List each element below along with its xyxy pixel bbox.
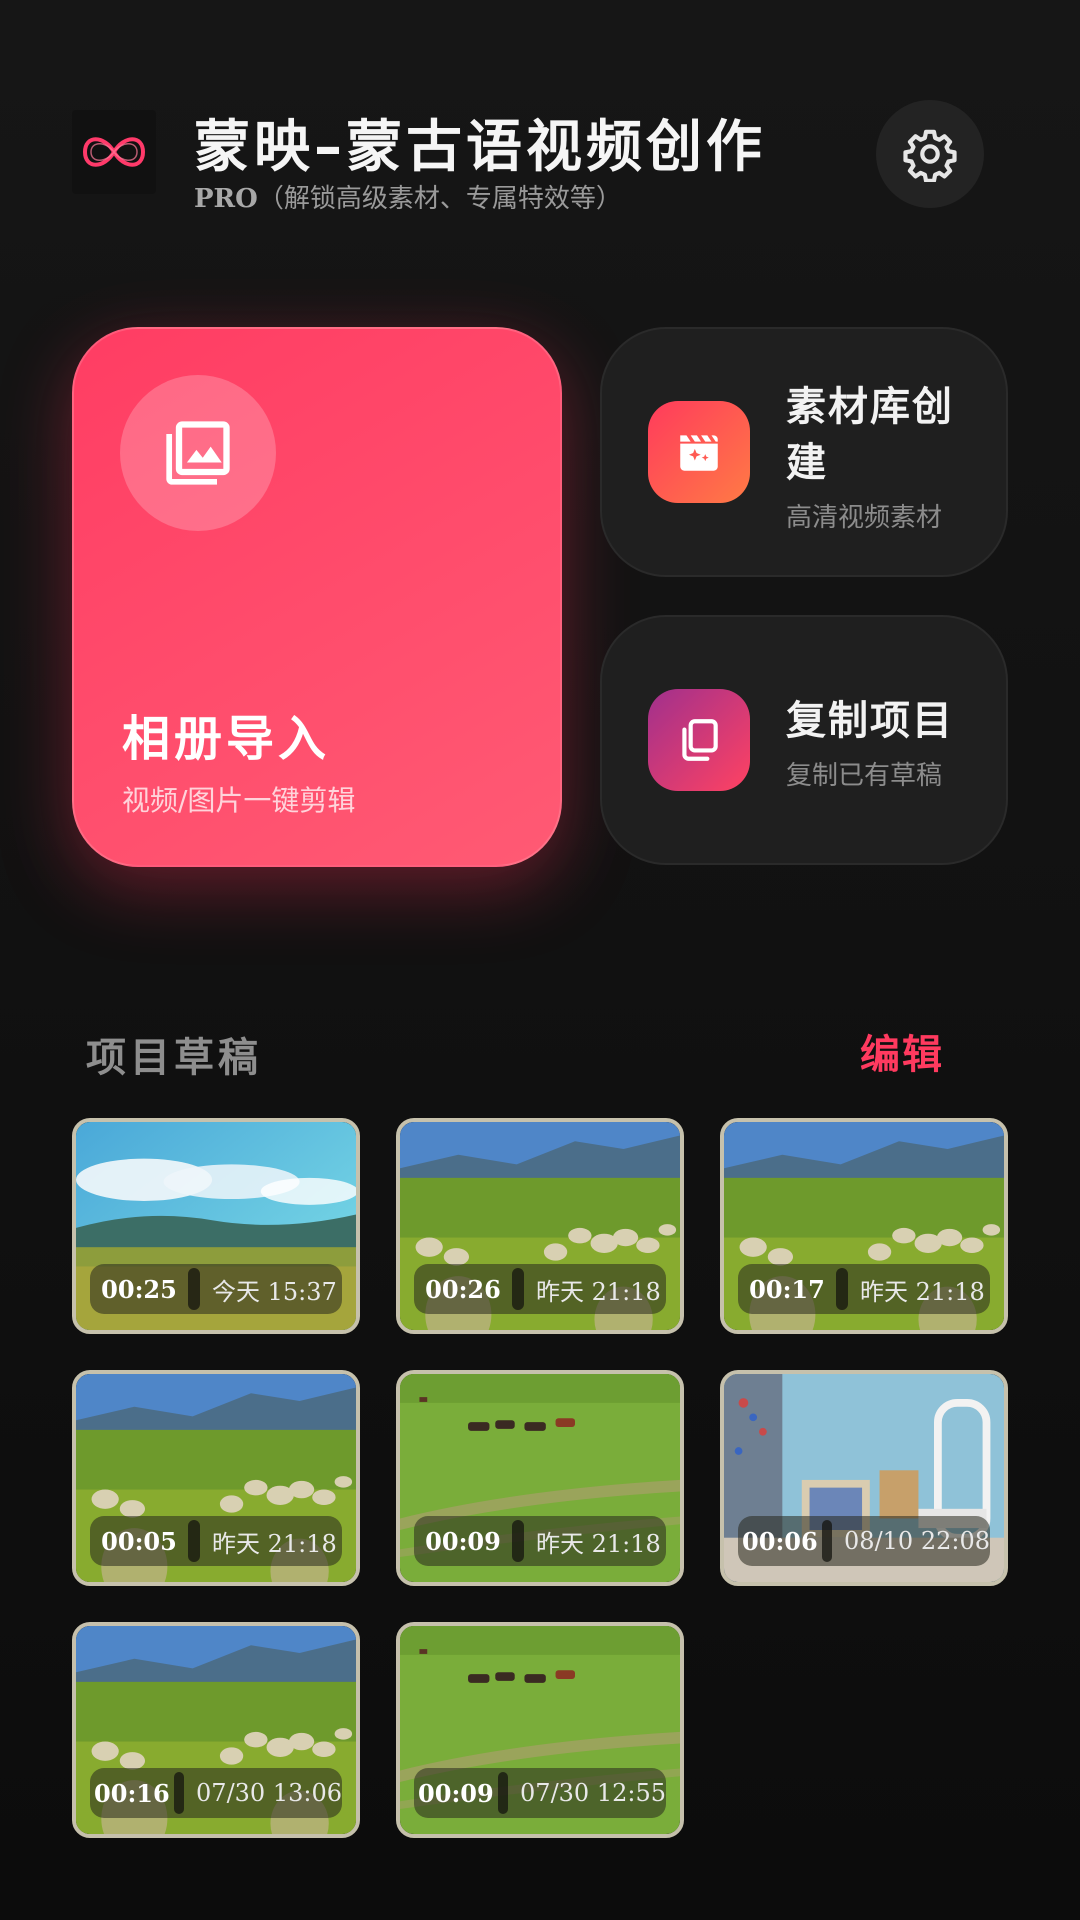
clapperboard-sparkle-icon bbox=[680, 435, 718, 471]
photo-library-icon bbox=[166, 421, 230, 485]
draft-divider bbox=[512, 1520, 524, 1562]
draft-thumbnail[interactable]: 00:05 昨天 21:18 bbox=[72, 1370, 360, 1586]
draft-date: 昨天 21:18 bbox=[536, 1277, 661, 1306]
draft-thumbnail[interactable]: 00:25 今天 15:37 bbox=[72, 1118, 360, 1334]
draft-duration: 00:06 bbox=[742, 1526, 818, 1556]
pro-description: （解锁高级素材、专属特效等） bbox=[257, 184, 622, 214]
app-title: 蒙映–蒙古语视频创作 bbox=[194, 115, 766, 180]
draft-thumbnail[interactable]: 00:17 昨天 21:18 bbox=[720, 1118, 1008, 1334]
draft-info-bar: 00:06 08/10 22:08 bbox=[738, 1516, 990, 1566]
copy-icon bbox=[682, 719, 718, 761]
copy-project-card[interactable]: 复制项目 复制已有草稿 bbox=[600, 615, 1008, 865]
draft-info-bar: 00:05 昨天 21:18 bbox=[90, 1516, 342, 1566]
import-title: 相册导入 bbox=[122, 711, 331, 767]
copy-card-title: 复制项目 bbox=[786, 698, 954, 744]
app-subtitle[interactable]: PRO（解锁高级素材、专属特效等） bbox=[194, 178, 622, 215]
draft-divider bbox=[512, 1268, 524, 1310]
draft-duration: 00:26 bbox=[425, 1274, 501, 1304]
edit-drafts-button[interactable]: 编辑 bbox=[860, 1022, 944, 1080]
draft-divider bbox=[836, 1268, 848, 1310]
draft-duration: 00:16 bbox=[94, 1778, 170, 1808]
home-screen: 蒙映–蒙古语视频创作 PRO（解锁高级素材、专属特效等） 相册导入 视频/图片一… bbox=[0, 0, 1080, 1920]
draft-date: 昨天 21:18 bbox=[212, 1529, 337, 1558]
draft-duration: 00:25 bbox=[101, 1274, 177, 1304]
draft-date: 昨天 21:18 bbox=[860, 1277, 985, 1306]
pro-label: PRO bbox=[194, 184, 258, 214]
draft-divider bbox=[821, 1520, 833, 1562]
draft-duration: 00:17 bbox=[749, 1274, 825, 1304]
material-library-card[interactable]: 素材库创建 高清视频素材 bbox=[600, 327, 1008, 577]
draft-duration: 00:09 bbox=[418, 1778, 494, 1808]
material-card-title: 素材库创建 bbox=[786, 384, 954, 486]
settings-button[interactable] bbox=[876, 100, 984, 208]
draft-duration: 00:09 bbox=[425, 1526, 501, 1556]
copy-icon-box bbox=[648, 689, 750, 791]
copy-card-subtitle: 复制已有草稿 bbox=[786, 761, 943, 791]
material-icon-box bbox=[648, 401, 750, 503]
draft-thumbnail[interactable]: 00:26 昨天 21:18 bbox=[396, 1118, 684, 1334]
draft-thumbnail[interactable]: 00:06 08/10 22:08 bbox=[720, 1370, 1008, 1586]
draft-duration: 00:05 bbox=[101, 1526, 177, 1556]
draft-date: 07/30 12:55 bbox=[520, 1779, 666, 1807]
draft-date: 07/30 13:06 bbox=[196, 1779, 342, 1807]
draft-date: 今天 15:37 bbox=[212, 1277, 337, 1306]
draft-thumbnail[interactable]: 00:16 07/30 13:06 bbox=[72, 1622, 360, 1838]
draft-thumbnail[interactable]: 00:09 昨天 21:18 bbox=[396, 1370, 684, 1586]
draft-divider bbox=[497, 1772, 509, 1814]
draft-info-bar: 00:25 今天 15:37 bbox=[90, 1264, 342, 1314]
import-subtitle: 视频/图片一键剪辑 bbox=[122, 784, 356, 817]
header: 蒙映–蒙古语视频创作 PRO（解锁高级素材、专属特效等） bbox=[72, 100, 984, 214]
draft-info-bar: 00:26 昨天 21:18 bbox=[414, 1264, 666, 1314]
infinity-logo-icon bbox=[72, 110, 156, 194]
drafts-section-title: 项目草稿 bbox=[86, 1035, 262, 1081]
material-card-subtitle: 高清视频素材 bbox=[786, 503, 943, 533]
draft-info-bar: 00:17 昨天 21:18 bbox=[738, 1264, 990, 1314]
draft-date: 昨天 21:18 bbox=[536, 1529, 661, 1558]
import-icon-circle bbox=[120, 375, 276, 531]
draft-thumbnail[interactable]: 00:09 07/30 12:55 bbox=[396, 1622, 684, 1838]
draft-divider bbox=[188, 1268, 200, 1310]
draft-info-bar: 00:16 07/30 13:06 bbox=[90, 1768, 342, 1818]
draft-info-bar: 00:09 昨天 21:18 bbox=[414, 1516, 666, 1566]
draft-divider bbox=[173, 1772, 185, 1814]
draft-date: 08/10 22:08 bbox=[844, 1527, 990, 1555]
album-import-card[interactable]: 相册导入 视频/图片一键剪辑 bbox=[72, 327, 562, 867]
draft-info-bar: 00:09 07/30 12:55 bbox=[414, 1768, 666, 1818]
gear-icon bbox=[903, 129, 957, 182]
draft-divider bbox=[188, 1520, 200, 1562]
